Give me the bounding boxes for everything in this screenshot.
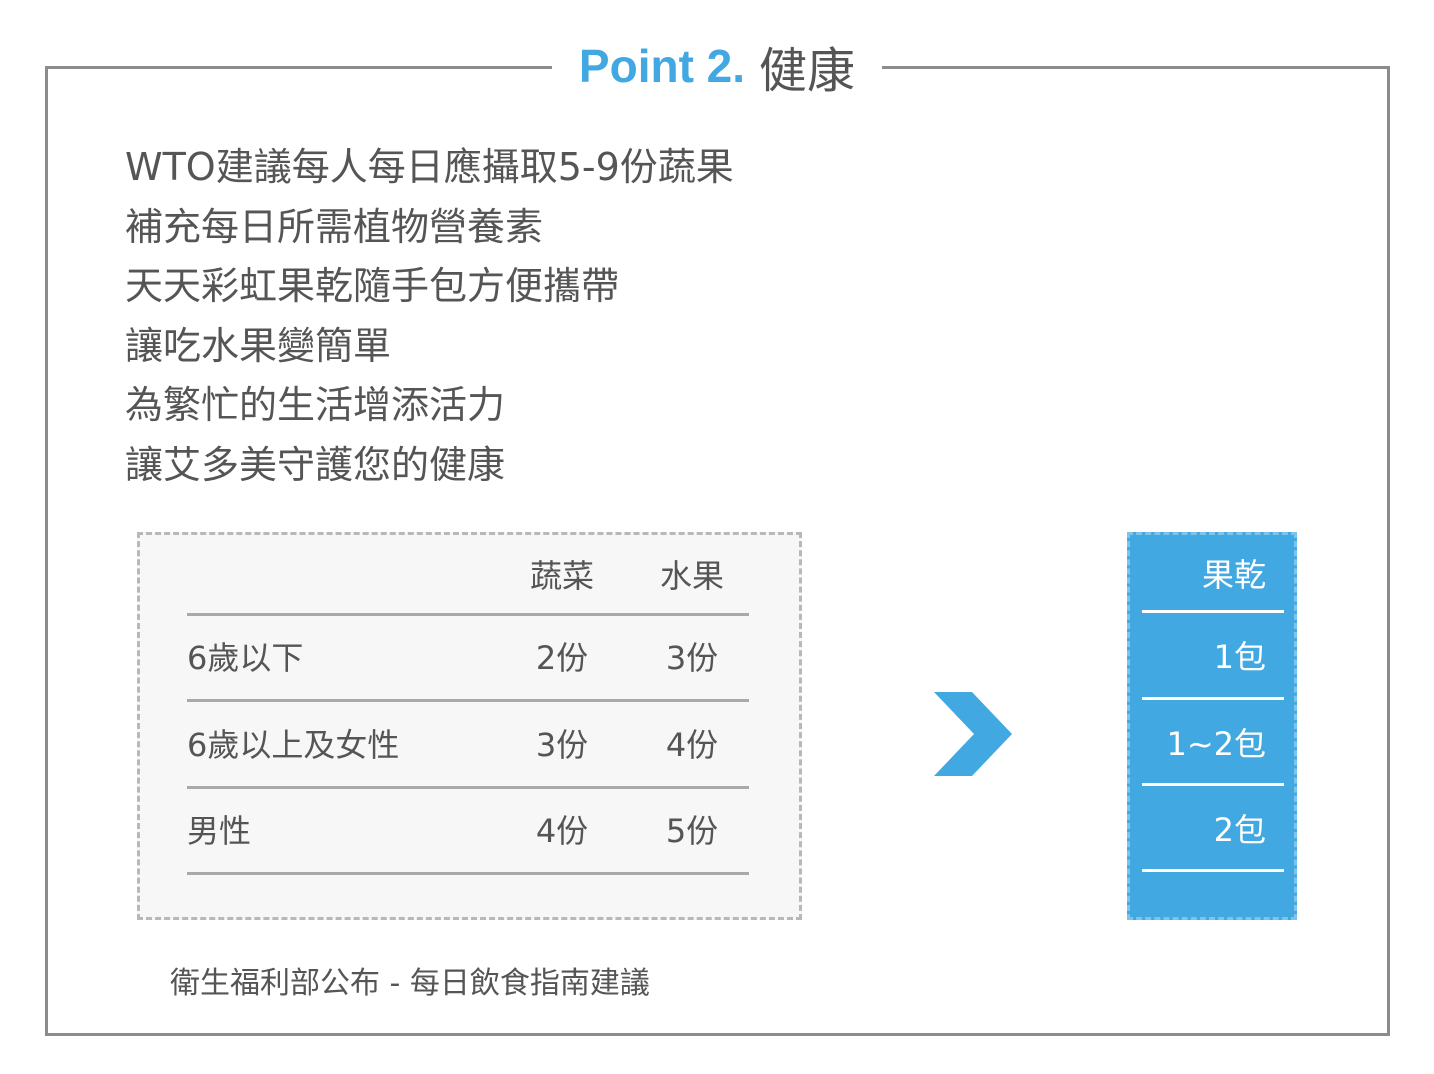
intro-line: 補充每日所需植物營養素	[125, 204, 544, 249]
table-header-cell: 蔬菜	[529, 557, 594, 595]
table-cell: 2份	[535, 639, 589, 677]
table-cell: 3份	[535, 726, 589, 764]
serving-table: 蔬菜 水果 6歲以下 2份 3份 6歲以上及女性 3份 4份 男性 4份 5份	[137, 532, 802, 920]
table-cell: 4份	[665, 726, 719, 764]
intro-text: WTO建議每人每日應攝取5-9份蔬果 補充每日所需植物營養素 天天彩虹果乾隨手包…	[125, 138, 734, 495]
intro-line: WTO建議每人每日應攝取5-9份蔬果	[125, 145, 734, 189]
table-cell: 6歲以上及女性	[187, 726, 400, 764]
dried-fruit-header: 果乾	[1142, 535, 1284, 613]
table-row: 6歲以下 2份 3份	[187, 613, 749, 702]
table-row: 男性 4份 5份	[187, 786, 749, 875]
title-point-number: Point 2.	[578, 40, 746, 92]
dried-fruit-value: 1包	[1142, 613, 1284, 700]
intro-line: 為繁忙的生活增添活力	[125, 383, 506, 427]
section-title: Point 2. 健康	[552, 28, 882, 104]
table-header-row: 蔬菜 水果	[187, 535, 749, 616]
intro-line: 天天彩虹果乾隨手包方便攜帶	[125, 264, 620, 308]
dried-fruit-value: 2包	[1142, 786, 1284, 872]
intro-line: 讓吃水果變簡單	[125, 323, 392, 368]
table-row: 6歲以上及女性 3份 4份	[187, 700, 749, 789]
table-cell: 4份	[535, 812, 589, 850]
table-header-cell: 水果	[659, 557, 724, 595]
dried-fruit-column: 果乾 1包 1~2包 2包	[1127, 532, 1297, 920]
dried-fruit-value: 1~2包	[1142, 700, 1284, 786]
table-cell: 6歲以下	[187, 639, 304, 677]
table-cell: 男性	[187, 812, 252, 850]
table-cell: 5份	[665, 812, 719, 850]
table-cell: 3份	[665, 639, 719, 677]
title-label: 健康	[759, 43, 856, 99]
intro-line: 讓艾多美守護您的健康	[125, 442, 506, 487]
chevron-right-icon	[934, 692, 1012, 776]
source-note: 衛生福利部公布 - 每日飲食指南建議	[170, 966, 650, 1001]
